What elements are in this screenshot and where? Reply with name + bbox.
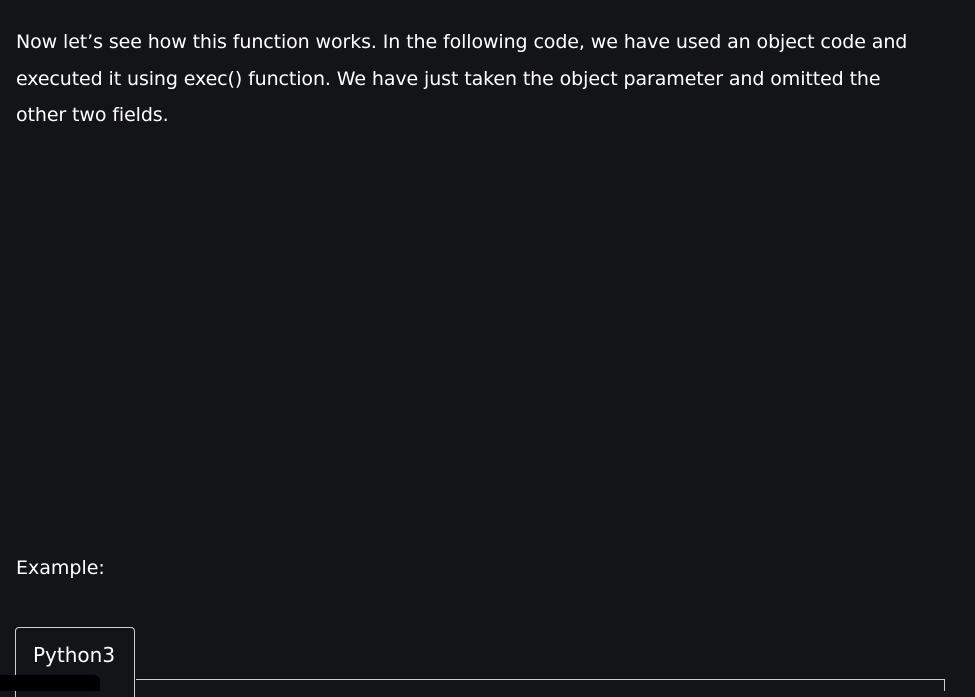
blank-content-area: [16, 148, 946, 538]
code-panel-border: [944, 679, 945, 691]
code-tabs-divider: [136, 679, 945, 680]
article-paragraph: Now let’s see how this function works. I…: [16, 31, 908, 126]
tab-label: Python3: [33, 643, 116, 667]
code-panel-bar: [0, 675, 100, 691]
example-heading: Example:: [16, 557, 105, 579]
